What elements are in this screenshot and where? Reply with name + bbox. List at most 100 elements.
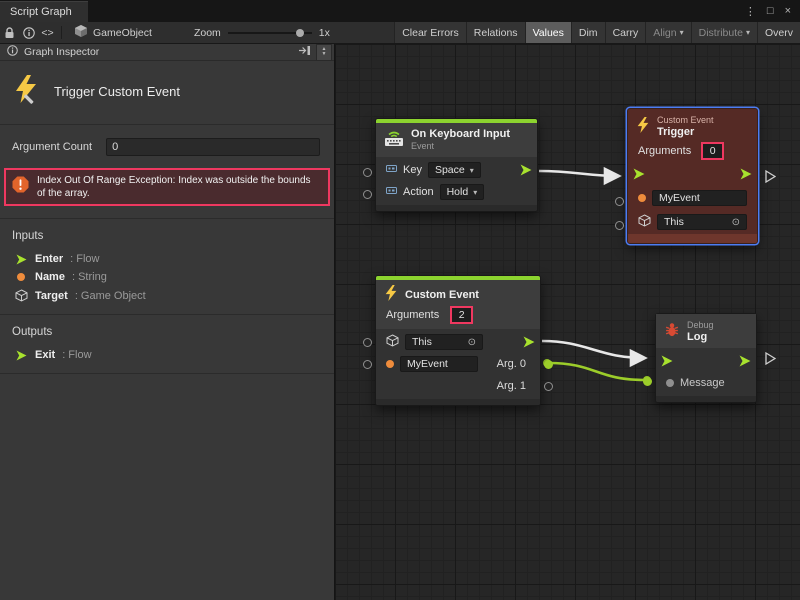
target-value: This [412,336,432,348]
flow-output-port[interactable] [520,164,532,176]
lightning-icon [636,117,650,136]
node-header: On Keyboard Input Event [376,123,537,157]
info-icon[interactable] [19,22,38,43]
port-row-exit: Exit : Flow [0,346,334,364]
key-row: Key Space ▾ [376,159,537,181]
distribute-button[interactable]: Distribute ▾ [691,22,757,43]
align-button[interactable]: Align ▾ [645,22,690,43]
key-field-icon [386,185,397,199]
key-field-icon [386,163,397,177]
clear-errors-button[interactable]: Clear Errors [394,22,466,43]
titlebar: Script Graph ⋮ □ × [0,0,800,22]
node-title: Trigger [657,126,714,138]
relations-button[interactable]: Relations [466,22,525,43]
node-trigger-custom-event[interactable]: Custom Event Trigger Arguments 0 [627,108,758,244]
inspector-header-label: Graph Inspector [24,46,99,58]
key-dropdown[interactable]: Space ▾ [428,162,481,178]
flow-output-port[interactable] [739,355,751,367]
outputs-section: Outputs Exit : Flow [0,314,334,374]
key-value: Space [435,164,465,176]
window-maximize-icon[interactable]: □ [767,5,774,17]
chevron-down-icon: ▾ [680,28,684,37]
target-field[interactable]: This ⊙ [657,214,747,230]
graph-canvas[interactable]: On Keyboard Input Event Key Space ▾ [335,44,800,600]
error-text: Index Out Of Range Exception: Index was … [37,174,320,200]
flow-input-port[interactable] [633,168,645,180]
cube-icon [638,214,651,230]
carry-button[interactable]: Carry [605,22,646,43]
port-name: Name [35,271,65,283]
target-picker-icon[interactable]: ⊙ [468,337,476,348]
event-name-field[interactable]: MyEvent [400,356,478,372]
arg1-label: Arg. 1 [497,380,530,392]
window-close-icon[interactable]: × [785,5,791,17]
spinner-down-icon[interactable]: ▼ [322,52,327,57]
node-category: Custom Event [657,114,714,126]
arguments-error-highlight: 0 [701,142,724,160]
graph-toolbar: <> GameObject Zoom 1x Clear Errors Relat… [0,22,800,44]
zoom-control: Zoom 1x [194,27,330,39]
dim-button[interactable]: Dim [571,22,605,43]
node-footer [376,399,540,405]
arguments-count-field[interactable]: 2 [452,308,471,322]
node-title: Log [687,331,714,343]
tab-script-graph[interactable]: Script Graph [0,1,88,22]
outputs-header: Outputs [0,315,334,346]
action-dropdown[interactable]: Hold ▾ [440,184,485,200]
overview-button[interactable]: Overv [757,22,800,43]
tab-label: Script Graph [10,6,72,18]
info-icon [7,45,18,59]
port-type: : Flow [62,349,91,361]
event-name-field[interactable]: MyEvent [652,190,747,206]
scroll-spinner[interactable]: ▲ ▼ [316,44,332,61]
warning-octagon-icon [12,176,29,198]
lightning-icon [384,285,398,304]
message-dot-icon [666,379,674,387]
arg1-output-port[interactable] [544,382,553,391]
target-field[interactable]: This ⊙ [405,334,483,350]
node-category: Debug [687,319,714,331]
gameobject-selector[interactable]: GameObject [66,24,160,41]
action-input-port[interactable] [363,190,372,199]
log-play-icon[interactable] [765,352,776,365]
node-debug-log[interactable]: Debug Log Message [655,313,757,403]
zoom-value: 1x [319,27,330,39]
argument-count-input[interactable] [106,138,320,156]
flow-output-port[interactable] [740,168,752,180]
event-name-input-port[interactable] [363,360,372,369]
arg0-output-port[interactable] [544,360,553,369]
action-label: Action [403,186,434,198]
inputs-section: Inputs Enter : Flow Name : String Target… [0,218,334,314]
zoom-slider[interactable] [228,28,312,38]
node-footer [376,205,537,211]
port-row-target: Target : Game Object [0,286,334,305]
target-input-port[interactable] [615,221,624,230]
arguments-label: Arguments [386,309,439,321]
lock-icon[interactable] [0,22,19,43]
target-picker-icon[interactable]: ⊙ [732,217,740,228]
flow-arrow-icon [14,254,28,265]
message-input-port[interactable] [643,377,652,386]
code-icon[interactable]: <> [38,22,57,43]
node-on-keyboard-input[interactable]: On Keyboard Input Event Key Space ▾ [375,118,538,212]
target-input-port[interactable] [363,338,372,347]
port-type: : Game Object [75,290,146,302]
dock-icon[interactable] [298,45,311,59]
values-button[interactable]: Values [525,22,571,43]
bug-icon [664,322,680,341]
window-menu-icon[interactable]: ⋮ [745,5,756,18]
event-name-input-port[interactable] [615,197,624,206]
node-custom-event[interactable]: Custom Event Arguments 2 This ⊙ [375,275,541,406]
arguments-count-field[interactable]: 0 [703,144,722,158]
flow-output-port[interactable] [523,336,535,348]
port-type: : Flow [70,253,99,265]
gameobject-label: GameObject [93,27,152,39]
key-input-port[interactable] [363,168,372,177]
trigger-play-icon[interactable] [765,170,776,183]
flow-wire-keyboard-to-trigger[interactable] [539,171,618,176]
keyboard-signal-icon [384,130,404,150]
value-wire-arg0-to-message[interactable] [548,363,646,380]
zoom-slider-knob[interactable] [296,29,304,37]
flow-input-port[interactable] [661,355,673,367]
flow-wire-customevent-to-log[interactable] [542,341,644,358]
